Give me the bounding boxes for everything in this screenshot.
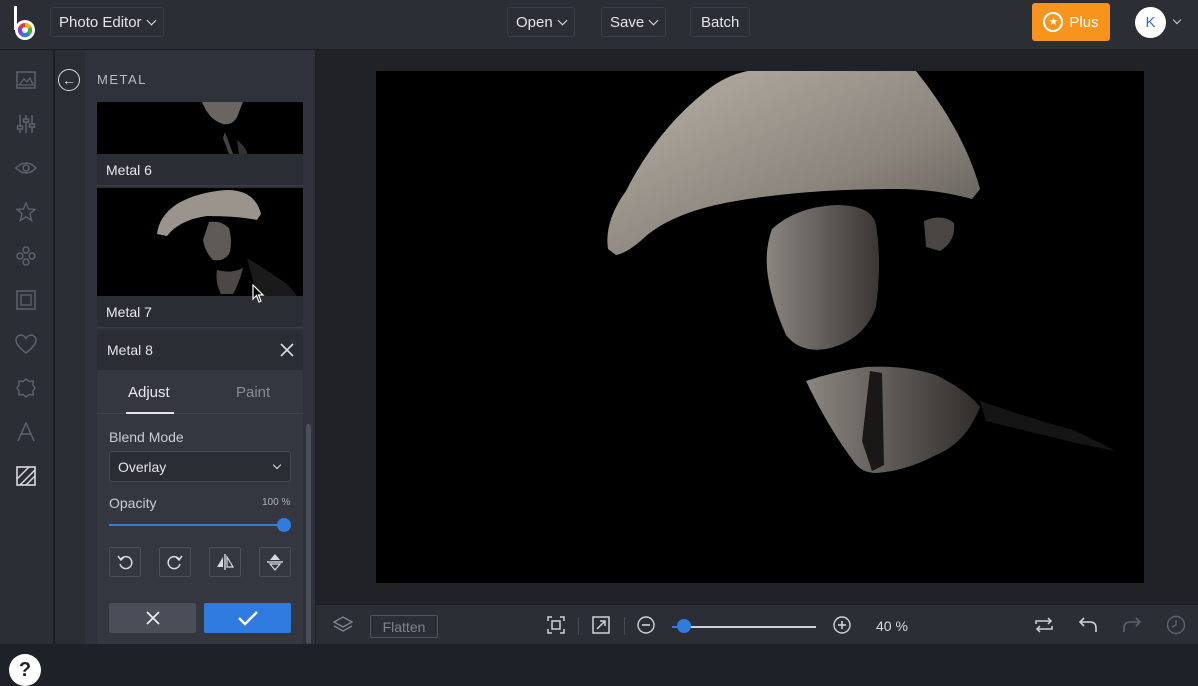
active-tab-indicator	[126, 412, 174, 414]
zoom-slider-handle[interactable]	[676, 619, 691, 633]
settings-tabs: Adjust Paint	[97, 372, 303, 414]
avatar-initial: K	[1145, 14, 1156, 31]
divider	[624, 617, 625, 635]
metal-7-label[interactable]: Metal 7	[97, 296, 303, 328]
tab-paint[interactable]: Paint	[236, 384, 270, 401]
compare-icon[interactable]	[1034, 615, 1054, 635]
cancel-button[interactable]	[109, 603, 196, 633]
eye-icon[interactable]	[14, 156, 38, 180]
chevron-down-icon	[557, 15, 568, 25]
metal-6-label[interactable]: Metal 6	[97, 154, 303, 186]
help-icon[interactable]: ?	[9, 654, 41, 686]
bottom-toolbar: Flatten 40 %	[316, 604, 1198, 644]
blend-mode-select[interactable]: Overlay	[109, 451, 291, 482]
flip-vertical-button[interactable]	[259, 547, 291, 577]
chevron-down-icon	[146, 15, 157, 25]
blend-mode-label: Blend Mode	[109, 429, 184, 445]
effect-header: Metal 8	[97, 330, 303, 370]
save-label: Save	[610, 13, 645, 31]
open-menu[interactable]: Open	[507, 7, 575, 37]
open-label: Open	[516, 13, 553, 31]
thumb-label-text: Metal 7	[106, 303, 152, 320]
flatten-button[interactable]: Flatten	[370, 615, 438, 638]
opacity-label: Opacity	[109, 495, 157, 511]
section-title: METAL	[97, 72, 147, 87]
star-icon: ★	[1043, 12, 1064, 32]
image-icon[interactable]	[14, 68, 38, 92]
divider	[578, 617, 579, 635]
top-bar: Photo Editor Open Save Batch ★ Plus K	[0, 0, 1198, 50]
fit-to-screen-icon[interactable]	[546, 615, 566, 635]
sticker-icon[interactable]	[14, 244, 38, 268]
save-menu[interactable]: Save	[601, 7, 667, 37]
redo-icon[interactable]	[1122, 615, 1142, 635]
avatar[interactable]: K	[1135, 7, 1166, 38]
effect-settings-card: Metal 8 Adjust Paint Blend Mode Overlay …	[97, 330, 303, 644]
rotate-right-button[interactable]	[159, 547, 191, 577]
panel-scrollbar[interactable]	[306, 424, 311, 644]
left-tool-nav: ?	[0, 50, 54, 686]
flip-horizontal-icon	[217, 554, 234, 570]
thumb-label-text: Metal 6	[106, 161, 152, 178]
photo-editor-label: Photo Editor	[59, 13, 142, 31]
tab-adjust[interactable]: Adjust	[128, 384, 170, 401]
close-icon[interactable]	[280, 343, 294, 357]
history-icon[interactable]	[1166, 615, 1186, 635]
metal-7-thumbnail[interactable]	[97, 188, 303, 296]
flip-vertical-icon	[267, 554, 283, 571]
blend-mode-value: Overlay	[118, 458, 167, 475]
text-icon[interactable]	[14, 420, 38, 444]
zoom-slider-track[interactable]	[672, 626, 816, 628]
back-arrow-icon[interactable]: ←	[58, 69, 80, 91]
zoom-level: 40 %	[876, 618, 908, 634]
chevron-down-icon	[272, 460, 282, 470]
actual-size-icon[interactable]	[591, 615, 611, 635]
effect-name: Metal 8	[107, 342, 153, 358]
mouse-cursor-icon	[252, 284, 265, 303]
plus-upgrade-button[interactable]: ★ Plus	[1032, 3, 1110, 41]
rotate-right-icon	[167, 555, 183, 570]
photo-canvas[interactable]	[376, 71, 1144, 583]
layers-icon[interactable]	[333, 615, 353, 635]
rotate-left-button[interactable]	[109, 547, 141, 577]
rotate-left-icon	[117, 555, 133, 570]
plus-label: Plus	[1069, 13, 1099, 31]
photo-editor-menu[interactable]: Photo Editor	[50, 7, 164, 37]
zoom-in-icon[interactable]	[832, 615, 852, 635]
star-icon[interactable]	[14, 200, 38, 224]
close-icon	[145, 611, 160, 625]
opacity-slider-handle[interactable]	[277, 518, 291, 532]
chevron-down-icon[interactable]	[1172, 15, 1182, 25]
sliders-icon[interactable]	[14, 112, 38, 136]
opacity-value: 100 %	[262, 497, 291, 508]
metal-6-thumbnail[interactable]	[97, 102, 303, 154]
texture-icon[interactable]	[14, 464, 38, 488]
flip-horizontal-button[interactable]	[209, 547, 241, 577]
checkmark-icon	[237, 611, 258, 626]
frame-icon[interactable]	[14, 288, 38, 312]
undo-icon[interactable]	[1078, 615, 1098, 635]
befunky-logo-icon[interactable]	[11, 6, 39, 42]
batch-label: Batch	[701, 13, 740, 31]
flatten-label: Flatten	[382, 618, 426, 635]
panel-gutter	[55, 50, 85, 644]
zoom-out-icon[interactable]	[636, 615, 656, 635]
apply-button[interactable]	[204, 603, 291, 633]
badge-icon[interactable]	[14, 376, 38, 400]
chevron-down-icon	[648, 15, 659, 25]
heart-icon[interactable]	[14, 332, 38, 356]
batch-button[interactable]: Batch	[690, 7, 751, 37]
opacity-slider-track[interactable]	[109, 524, 284, 526]
